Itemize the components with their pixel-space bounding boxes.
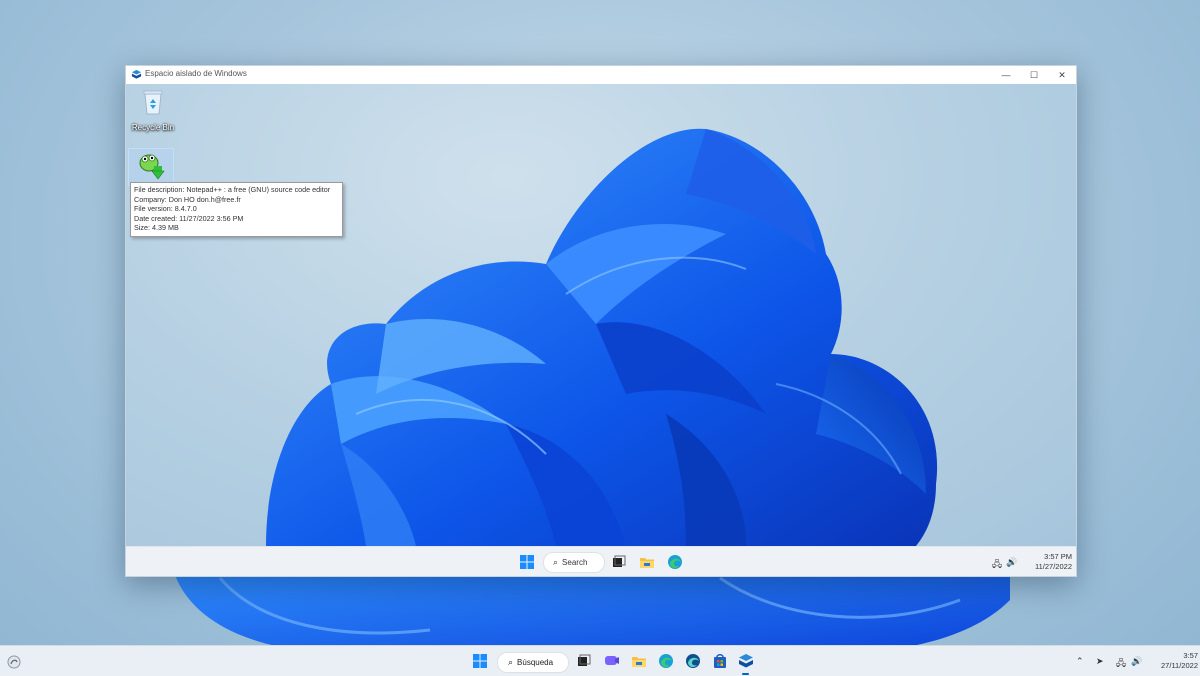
tooltip-company: Company: Don HO don.h@free.fr: [134, 194, 241, 204]
edge-icon[interactable]: [667, 554, 683, 570]
network-icon[interactable]: 🖧: [1116, 656, 1126, 672]
guest-desktop[interactable]: Recycle Bin File description: Notepad++ …: [126, 84, 1076, 546]
network-icon[interactable]: 🖧: [992, 557, 1002, 573]
guest-time: 3:57 PM: [1044, 552, 1072, 561]
widgets-icon[interactable]: [6, 654, 22, 670]
window-title: Espacio aislado de Windows: [145, 69, 247, 78]
volume-icon[interactable]: 🔊: [1131, 656, 1142, 667]
recycle-bin-icon[interactable]: Recycle Bin: [127, 88, 179, 132]
file-info-tooltip: File description: Notepad++ : a free (GN…: [130, 182, 343, 237]
host-time: 3:57: [1183, 651, 1198, 660]
guest-wallpaper-bloom: [266, 128, 938, 546]
guest-date: 11/27/2022: [1035, 562, 1072, 571]
chevron-up-icon[interactable]: ⌃: [1076, 656, 1084, 667]
search-icon: ⌕: [508, 657, 514, 667]
tooltip-version: File version: 8.4.7.0: [134, 204, 197, 214]
notepad-plus-plus-shortcut[interactable]: [128, 148, 174, 186]
start-icon[interactable]: [472, 653, 488, 669]
notepad-plus-plus-icon: [139, 154, 165, 180]
guest-search-label: Search: [562, 558, 588, 567]
host-search-box[interactable]: ⌕ Búsqueda: [497, 652, 569, 673]
host-search-label: Búsqueda: [517, 658, 554, 667]
recycle-bin-glyph-icon: [143, 90, 163, 115]
teams-chat-icon[interactable]: [604, 653, 620, 669]
start-icon[interactable]: [519, 554, 535, 570]
sandbox-app-icon: [131, 69, 142, 79]
minimize-button[interactable]: —: [992, 66, 1020, 84]
window-titlebar[interactable]: Espacio aislado de Windows — ☐ ✕: [126, 66, 1076, 85]
tooltip-date-created: Date created: 11/27/2022 3:56 PM: [134, 213, 244, 223]
host-date: 27/11/2022: [1161, 661, 1198, 670]
host-clock[interactable]: 3:57 27/11/2022: [1146, 651, 1198, 671]
edge-icon[interactable]: [658, 653, 674, 669]
file-explorer-icon[interactable]: [639, 554, 655, 570]
task-view-icon[interactable]: [576, 653, 592, 669]
recycle-bin-label: Recycle Bin: [131, 123, 175, 132]
sandbox-window: Espacio aislado de Windows — ☐ ✕ Recycle…: [125, 65, 1077, 577]
file-explorer-icon[interactable]: [631, 653, 647, 669]
tooltip-size: Size: 4.39 MB: [134, 223, 179, 233]
guest-clock[interactable]: 3:57 PM 11/27/2022: [1016, 552, 1072, 572]
edge-dev-icon[interactable]: [685, 653, 701, 669]
close-button[interactable]: ✕: [1048, 66, 1076, 84]
guest-search-box[interactable]: ⌕ Search: [543, 552, 605, 573]
search-icon: ⌕: [553, 557, 559, 567]
tooltip-description: File description: Notepad++ : a free (GN…: [134, 185, 331, 194]
sandbox-icon[interactable]: [738, 653, 754, 669]
guest-taskbar: ⌕ Search 🖧 🔊 3:57 PM 11/27/2022: [126, 546, 1076, 576]
task-view-icon[interactable]: [611, 554, 627, 570]
host-taskbar: ⌕ Búsqueda ⌃ ➤ 🖧 🔊 3:57 27/11/2022: [0, 645, 1200, 676]
maximize-button[interactable]: ☐: [1020, 66, 1048, 84]
store-icon[interactable]: [712, 653, 728, 669]
location-icon[interactable]: ➤: [1096, 656, 1104, 667]
